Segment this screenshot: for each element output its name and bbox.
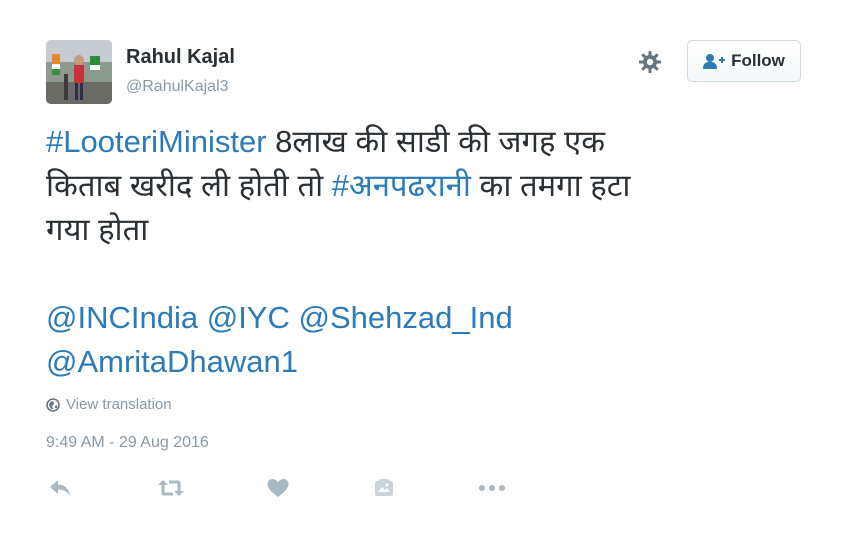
add-to-moment-button[interactable]	[370, 476, 398, 500]
more-icon	[479, 485, 505, 491]
tweet-mentions: @INCIndia @IYC @Shehzad_Ind @AmritaDhawa…	[46, 296, 786, 384]
tweet-text-segment: का तमगा हटा	[470, 168, 631, 203]
mentions-line-1: @INCIndia @IYC @Shehzad_Ind	[46, 296, 786, 340]
moment-icon	[375, 479, 393, 496]
user-handle[interactable]: @RahulKajal3	[126, 78, 229, 96]
settings-button[interactable]	[634, 46, 666, 78]
hashtag-link[interactable]: #LooteriMinister	[46, 124, 267, 159]
mention-link[interactable]: @AmritaDhawan1	[46, 344, 298, 379]
reply-button[interactable]	[46, 476, 74, 500]
avatar[interactable]	[46, 40, 112, 104]
tweet-text-segment: 8लाख की साडी की जगह एक	[266, 124, 606, 159]
follow-user-icon	[703, 54, 726, 69]
reply-icon	[50, 480, 70, 496]
tweet-line-3: गया होता	[46, 212, 149, 247]
follow-label: Follow	[731, 51, 785, 70]
like-icon	[267, 479, 289, 497]
view-translation-link[interactable]: View translation	[46, 396, 172, 413]
tweet-timestamp[interactable]: 9:49 AM - 29 Aug 2016	[46, 434, 209, 452]
avatar-photo	[46, 40, 112, 104]
retweet-button[interactable]	[157, 476, 185, 500]
tweet-text-segment: किताब खरीद ली होती तो	[46, 168, 332, 203]
gear-icon	[639, 51, 661, 73]
view-translation-label: View translation	[66, 396, 172, 413]
tweet-text: #LooteriMinister 8लाख की साडी की जगह एक …	[46, 120, 786, 252]
mention-link[interactable]: @INCIndia	[46, 300, 198, 335]
follow-button[interactable]: Follow	[687, 40, 801, 82]
hashtag-link[interactable]: #अनपढरानी	[332, 168, 471, 203]
like-button[interactable]	[264, 476, 292, 500]
tweet-line-2: किताब खरीद ली होती तो #अनपढरानी का तमगा …	[46, 164, 786, 208]
mentions-line-2: @AmritaDhawan1	[46, 340, 786, 384]
more-button[interactable]	[478, 476, 506, 500]
tweet-line-1: #LooteriMinister 8लाख की साडी की जगह एक	[46, 120, 786, 164]
globe-icon	[46, 397, 60, 412]
tweet-card: Rahul Kajal @RahulKajal3 Follow #Looteri…	[0, 0, 850, 535]
retweet-icon	[158, 480, 184, 496]
mention-link[interactable]: @Shehzad_Ind	[299, 300, 513, 335]
mention-link[interactable]: @IYC	[207, 300, 290, 335]
user-full-name[interactable]: Rahul Kajal	[126, 46, 235, 69]
